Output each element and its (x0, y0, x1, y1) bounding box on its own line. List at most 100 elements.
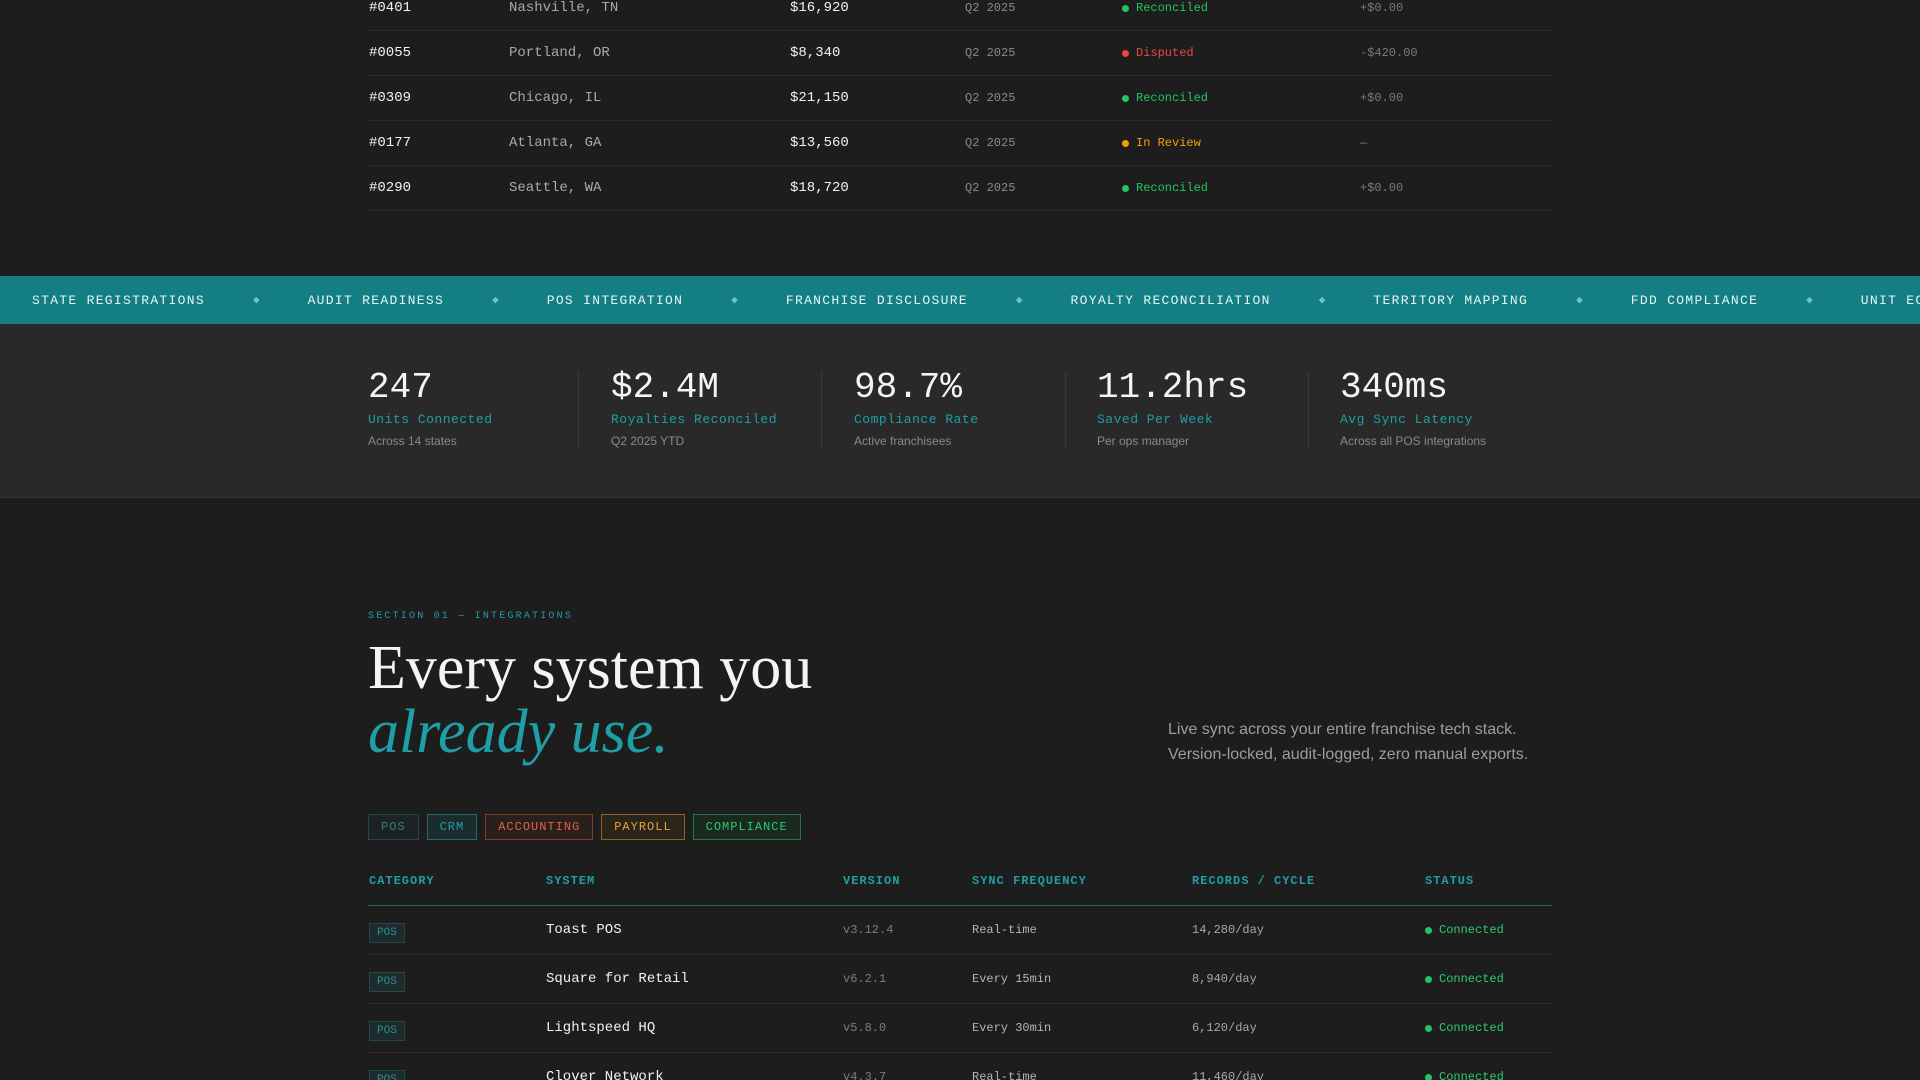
column-header[interactable]: STATUS (1425, 874, 1474, 888)
ticker-item: AUDIT READINESS (307, 292, 445, 308)
adjustment: +$0.00 (1360, 1, 1404, 15)
column-header[interactable]: SYSTEM (546, 874, 595, 888)
royalty-amount: $21,150 (790, 90, 849, 106)
sync-frequency: Real-time (972, 1070, 1037, 1080)
system-name: Clover Network (546, 1069, 664, 1080)
stat-units: 247 Units Connected Across 14 states (368, 367, 493, 449)
stat-time-saved: 11.2hrs Saved Per Week Per ops manager (1097, 367, 1249, 449)
adjustment: -$420.00 (1360, 46, 1418, 60)
records-per-cycle: 11,460/day (1192, 1070, 1265, 1080)
diamond-icon: ◆ (252, 295, 260, 307)
ticker-item: POS INTEGRATION (546, 292, 684, 308)
records-per-cycle: 6,120/day (1192, 1021, 1257, 1035)
category-filters: POS CRM ACCOUNTING PAYROLL COMPLIANCE (368, 814, 801, 840)
adjustment: — (1360, 136, 1368, 150)
stat-value: 11.2hrs (1097, 367, 1249, 408)
category-badge: POS (369, 972, 405, 992)
description-line-1: Live sync across your entire franchise t… (1168, 721, 1517, 738)
version: v6.2.1 (843, 972, 887, 986)
unit-location: Atlanta, GA (509, 135, 602, 151)
stat-value: $2.4M (611, 367, 720, 408)
section-headline: Every system you already use. (368, 636, 812, 764)
category-badge: POS (369, 923, 405, 943)
table-row[interactable]: POS Clover Network v4.3.7 Real-time 11,4… (368, 1053, 1552, 1080)
quarter: Q2 2025 (965, 136, 1016, 150)
status-badge: In Review (1122, 136, 1201, 150)
filter-chip-compliance[interactable]: COMPLIANCE (692, 814, 801, 840)
column-header[interactable]: VERSION (843, 874, 900, 888)
system-name: Toast POS (546, 922, 622, 938)
sync-frequency: Every 30min (972, 1021, 1052, 1035)
stat-divider (821, 372, 822, 448)
stat-divider (1308, 372, 1309, 448)
records-per-cycle: 14,280/day (1192, 923, 1265, 937)
diamond-icon: ◆ (731, 295, 738, 307)
column-header[interactable]: SYNC FREQUENCY (972, 874, 1087, 888)
status-badge: Disputed (1122, 46, 1194, 60)
ticker-track: STATE REGISTRATIONS ◆ AUDIT READINESS ◆ … (32, 276, 1920, 324)
column-header[interactable]: RECORDS / CYCLE (1192, 874, 1315, 888)
unit-location: Nashville, TN (509, 0, 619, 16)
stat-value: 340ms (1340, 367, 1449, 408)
status-badge: Reconciled (1122, 91, 1208, 105)
ticker-item: FDD COMPLIANCE (1630, 292, 1759, 308)
stat-subtext: Per ops manager (1097, 434, 1190, 448)
system-name: Square for Retail (546, 971, 689, 987)
stat-label: Saved Per Week (1097, 412, 1214, 427)
stat-label: Avg Sync Latency (1340, 412, 1473, 427)
table-row[interactable]: #0177 Atlanta, GA $13,560 Q2 2025 In Rev… (368, 121, 1552, 166)
royalty-amount: $16,920 (790, 0, 849, 16)
status-dot-icon (1122, 94, 1129, 102)
stat-divider (1065, 372, 1066, 448)
ticker-item: STATE REGISTRATIONS (32, 292, 205, 308)
status-badge: Connected (1425, 923, 1504, 937)
filter-chip-accounting[interactable]: ACCOUNTING (485, 814, 594, 840)
column-header[interactable]: CATEGORY (369, 874, 435, 888)
headline-accent: already use. (368, 698, 669, 766)
status-badge: Connected (1425, 1021, 1504, 1035)
table-row[interactable]: POS Toast POS v3.12.4 Real-time 14,280/d… (368, 906, 1552, 955)
sync-frequency: Every 15min (972, 972, 1052, 986)
filter-chip-pos[interactable]: POS (368, 814, 419, 840)
table-row[interactable]: POS Lightspeed HQ v5.8.0 Every 30min 6,1… (368, 1004, 1552, 1053)
quarter: Q2 2025 (965, 1, 1016, 15)
filter-chip-crm[interactable]: CRM (426, 814, 478, 840)
unit-location: Seattle, WA (509, 180, 602, 196)
ticker-item: FRANCHISE DISCLOSURE (785, 292, 968, 308)
status-dot-icon (1122, 49, 1129, 57)
stats-band: 247 Units Connected Across 14 states $2.… (0, 324, 1920, 498)
unit-id: #0055 (369, 45, 412, 61)
table-row[interactable]: #0401 Nashville, TN $16,920 Q2 2025 Reco… (368, 0, 1552, 31)
quarter: Q2 2025 (965, 181, 1016, 195)
unit-id: #0401 (369, 0, 412, 16)
table-row[interactable]: #0055 Portland, OR $8,340 Q2 2025 Disput… (368, 31, 1552, 76)
stat-label: Units Connected (368, 412, 493, 427)
royalty-amount: $13,560 (790, 135, 849, 151)
table-header: CATEGORY SYSTEM VERSION SYNC FREQUENCY R… (368, 864, 1552, 906)
section-eyebrow: SECTION 01 — INTEGRATIONS (368, 611, 574, 622)
ticker-item: UNIT ECONOMICS (1860, 292, 1920, 308)
stat-label: Royalties Reconciled (611, 412, 778, 427)
diamond-icon: ◆ (1806, 295, 1813, 307)
stat-latency: 340ms Avg Sync Latency Across all POS in… (1340, 367, 1486, 449)
table-row[interactable]: POS Square for Retail v6.2.1 Every 15min… (368, 955, 1552, 1004)
table-row[interactable]: #0290 Seattle, WA $18,720 Q2 2025 Reconc… (368, 166, 1552, 211)
system-name: Lightspeed HQ (546, 1020, 656, 1036)
royalty-amount: $18,720 (790, 180, 849, 196)
diamond-icon: ◆ (1318, 295, 1326, 307)
unit-id: #0177 (369, 135, 412, 151)
stat-value: 247 (368, 367, 433, 408)
status-dot-icon (1425, 975, 1432, 983)
table-row[interactable]: #0309 Chicago, IL $21,150 Q2 2025 Reconc… (368, 76, 1552, 121)
integrations-table: CATEGORY SYSTEM VERSION SYNC FREQUENCY R… (368, 864, 1552, 1080)
stat-subtext: Active franchisees (854, 434, 952, 448)
diamond-icon: ◆ (1576, 295, 1583, 307)
adjustment: +$0.00 (1360, 181, 1404, 195)
stat-subtext: Across all POS integrations (1340, 434, 1487, 448)
status-badge: Connected (1425, 1070, 1504, 1080)
stat-label: Compliance Rate (854, 412, 979, 427)
unit-id: #0309 (369, 90, 412, 106)
filter-chip-payroll[interactable]: PAYROLL (601, 814, 685, 840)
description-line-2: Version-locked, audit-logged, zero manua… (1168, 746, 1529, 763)
status-dot-icon (1122, 139, 1129, 147)
